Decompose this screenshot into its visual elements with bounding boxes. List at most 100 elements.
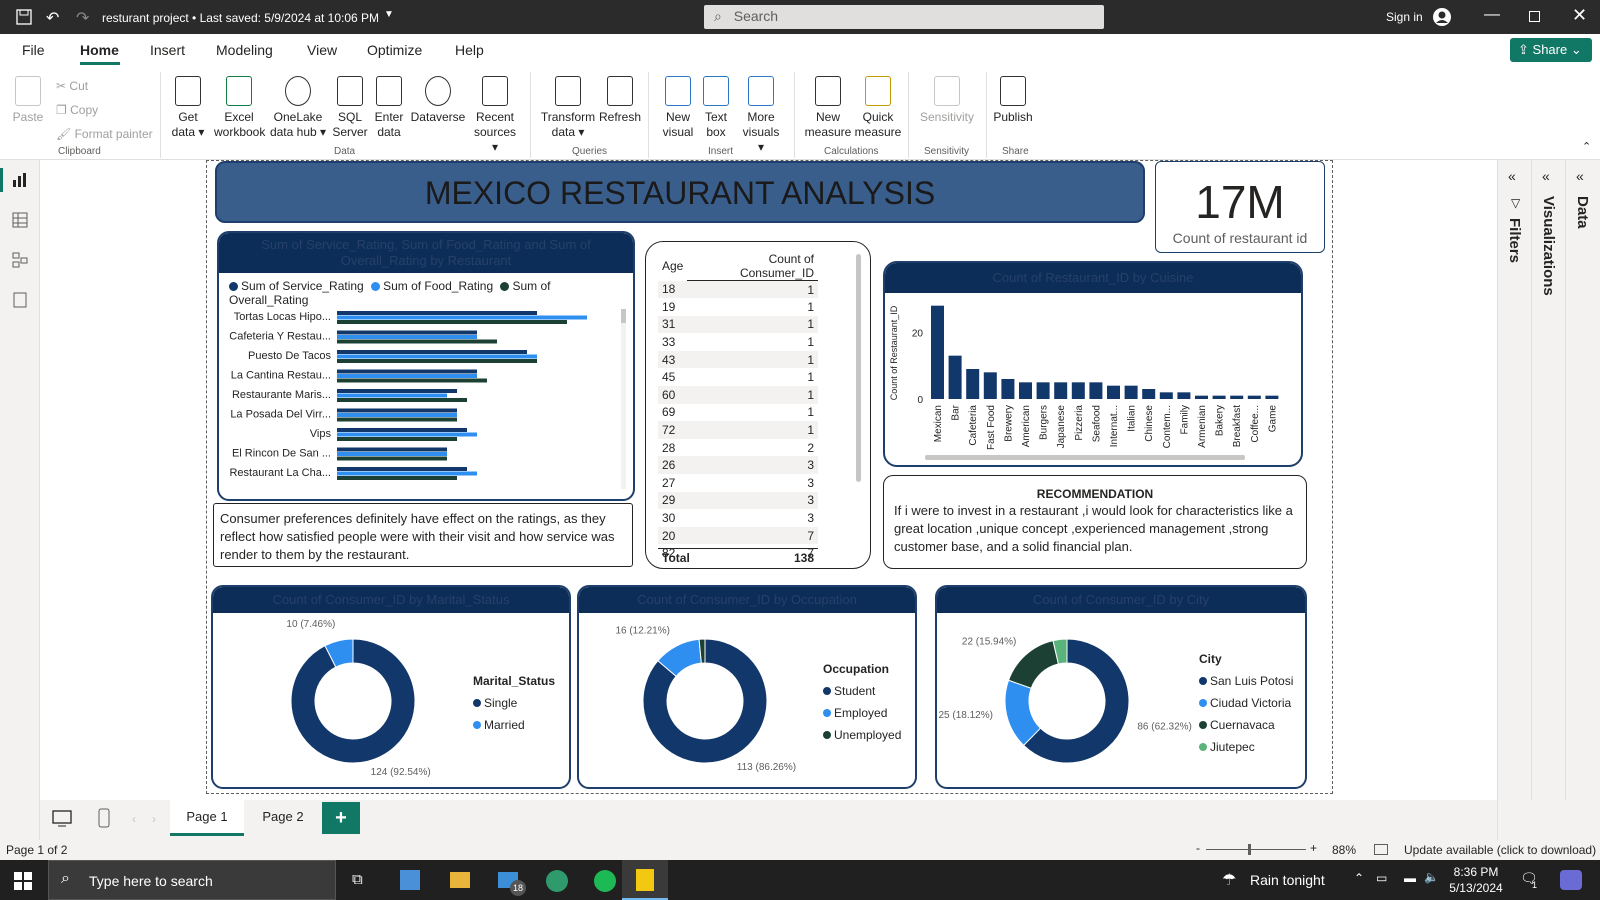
cuisine-bar[interactable] [1247, 395, 1261, 399]
clock[interactable]: 8:36 PM 5/13/2024 [1446, 864, 1506, 896]
legend-label[interactable]: Student [834, 684, 876, 698]
edge-icon[interactable] [546, 870, 568, 892]
copilot-icon[interactable] [1560, 870, 1582, 890]
menu-modeling[interactable]: Modeling [216, 42, 273, 58]
header-age[interactable]: Age [658, 252, 687, 281]
legend-label[interactable]: San Luis Potosi [1210, 674, 1293, 688]
account-icon[interactable] [1432, 7, 1452, 27]
new-visual-button[interactable]: New visual [660, 76, 696, 140]
rating-bar[interactable] [337, 315, 587, 320]
taskbar-search-input[interactable]: ⌕ Type here to search [48, 860, 336, 900]
cuisine-bar[interactable] [1195, 395, 1208, 399]
filters-pane[interactable]: « ▽ Filters [1498, 160, 1532, 800]
expand-filters-icon[interactable]: « [1508, 168, 1516, 184]
more-visuals-button[interactable]: More visuals ▾ [738, 76, 784, 155]
rating-bar[interactable] [337, 467, 467, 471]
excel-workbook-button[interactable]: Excel workbook [214, 76, 265, 140]
next-page-icon[interactable]: › [152, 812, 156, 826]
share-button[interactable]: ⇪ Share ⌄ [1510, 38, 1592, 62]
zoom-thumb[interactable] [1248, 844, 1251, 855]
table-scrollbar[interactable] [856, 254, 861, 482]
rating-bar-chart[interactable]: Sum of Service_Rating, Sum of Food_Ratin… [217, 231, 635, 501]
occupation-donut-chart[interactable]: Count of Consumer_ID by Occupation 113 (… [577, 585, 917, 789]
rating-bar[interactable] [337, 389, 457, 393]
rating-bar[interactable] [337, 330, 477, 335]
cuisine-bar[interactable] [1107, 385, 1120, 399]
redo-icon[interactable]: ↷ [76, 8, 89, 28]
publish-button[interactable]: Publish [990, 76, 1036, 125]
cuisine-bar[interactable] [1036, 382, 1050, 399]
legend-marker[interactable] [473, 721, 481, 729]
rating-bar[interactable] [337, 408, 457, 413]
page-tab-1[interactable]: Page 1 [170, 800, 244, 836]
cuisine-bar[interactable] [1019, 382, 1032, 399]
cuisine-bar[interactable] [931, 305, 944, 399]
rating-bar[interactable] [337, 417, 457, 422]
sensitivity-button[interactable]: Sensitivity [916, 76, 978, 125]
sign-in-link[interactable]: Sign in [1386, 10, 1423, 24]
table-row[interactable]: 33 1 [658, 333, 818, 351]
mobile-layout-icon[interactable] [98, 808, 110, 828]
dax-query-icon[interactable] [12, 292, 28, 308]
new-measure-button[interactable]: New measure [804, 76, 852, 140]
powerbi-taskbar-button[interactable] [622, 860, 668, 900]
rating-bar[interactable] [337, 320, 567, 324]
cuisine-bar[interactable] [1159, 392, 1173, 399]
battery-icon[interactable]: ▬ [1404, 871, 1416, 885]
table-row[interactable]: 31 1 [658, 315, 818, 334]
cut-button[interactable]: ✂ Cut [56, 74, 153, 98]
expand-visualizations-icon[interactable]: « [1542, 168, 1550, 184]
city-donut-chart[interactable]: Count of Consumer_ID by City 86 (62.32%)… [935, 585, 1307, 789]
legend-marker[interactable] [823, 709, 831, 717]
undo-icon[interactable]: ↶ [46, 8, 59, 28]
legend-label[interactable]: Employed [834, 706, 887, 720]
report-view-icon[interactable] [12, 172, 28, 188]
rating-bar[interactable] [337, 471, 477, 476]
legend-marker[interactable] [823, 731, 831, 739]
age-table[interactable]: Age Count of Consumer_ID 18 1 19 1 31 1 33 1 43 1… [645, 241, 871, 569]
legend-label[interactable]: Single [484, 696, 518, 710]
header-count[interactable]: Count of Consumer_ID [687, 252, 818, 281]
maximize-icon[interactable] [1529, 11, 1540, 22]
store-icon[interactable] [400, 870, 420, 890]
fit-to-page-icon[interactable] [1374, 844, 1388, 855]
onelake-button[interactable]: OneLake data hub ▾ [268, 76, 328, 140]
marital-donut-chart[interactable]: Count of Consumer_ID by Marital_Status 1… [211, 585, 571, 789]
format-painter-button[interactable]: 🖌 Format painter [56, 122, 153, 146]
legend-label[interactable]: Cuernavaca [1210, 718, 1275, 732]
rating-bar[interactable] [337, 398, 467, 402]
windows-start-icon[interactable] [14, 872, 32, 890]
legend-marker[interactable] [1199, 721, 1207, 729]
legend-label[interactable]: Ciudad Victoria [1210, 696, 1291, 710]
rating-bar[interactable] [337, 437, 457, 441]
collapse-ribbon-icon[interactable]: ⌃ [1582, 140, 1591, 153]
desktop-layout-icon[interactable] [52, 810, 72, 828]
menu-home[interactable]: Home [80, 42, 119, 58]
rating-bar[interactable] [337, 369, 477, 374]
legend-item[interactable]: Sum of Food_Rating [371, 279, 493, 293]
dataverse-button[interactable]: Dataverse [410, 76, 466, 125]
menu-view[interactable]: View [307, 42, 337, 58]
model-view-icon[interactable] [12, 252, 28, 268]
rating-bar[interactable] [337, 378, 487, 383]
menu-insert[interactable]: Insert [150, 42, 185, 58]
chart-scrollbar[interactable] [925, 455, 1245, 460]
menu-file[interactable]: File [22, 42, 45, 58]
cuisine-bar[interactable] [1124, 385, 1138, 399]
rating-bar[interactable] [337, 432, 477, 437]
cuisine-bar[interactable] [1142, 389, 1156, 399]
paste-button[interactable]: Paste [10, 76, 46, 125]
legend-item[interactable]: Sum of Service_Rating [229, 279, 364, 293]
text-box-button[interactable]: Text box [700, 76, 732, 140]
table-row[interactable]: 27 3 [658, 474, 818, 492]
rating-bar[interactable] [337, 456, 447, 461]
zoom-slider[interactable] [1206, 849, 1306, 850]
page-tab-2[interactable]: Page 2 [246, 800, 320, 836]
save-icon[interactable] [16, 9, 32, 25]
table-row[interactable]: 20 7 [658, 526, 818, 545]
update-notice[interactable]: Update available (click to download) [1404, 843, 1596, 857]
expand-data-icon[interactable]: « [1576, 168, 1584, 184]
quick-measure-button[interactable]: Quick measure [854, 76, 902, 140]
cuisine-bar[interactable] [1054, 382, 1068, 399]
rating-bar[interactable] [337, 452, 447, 456]
